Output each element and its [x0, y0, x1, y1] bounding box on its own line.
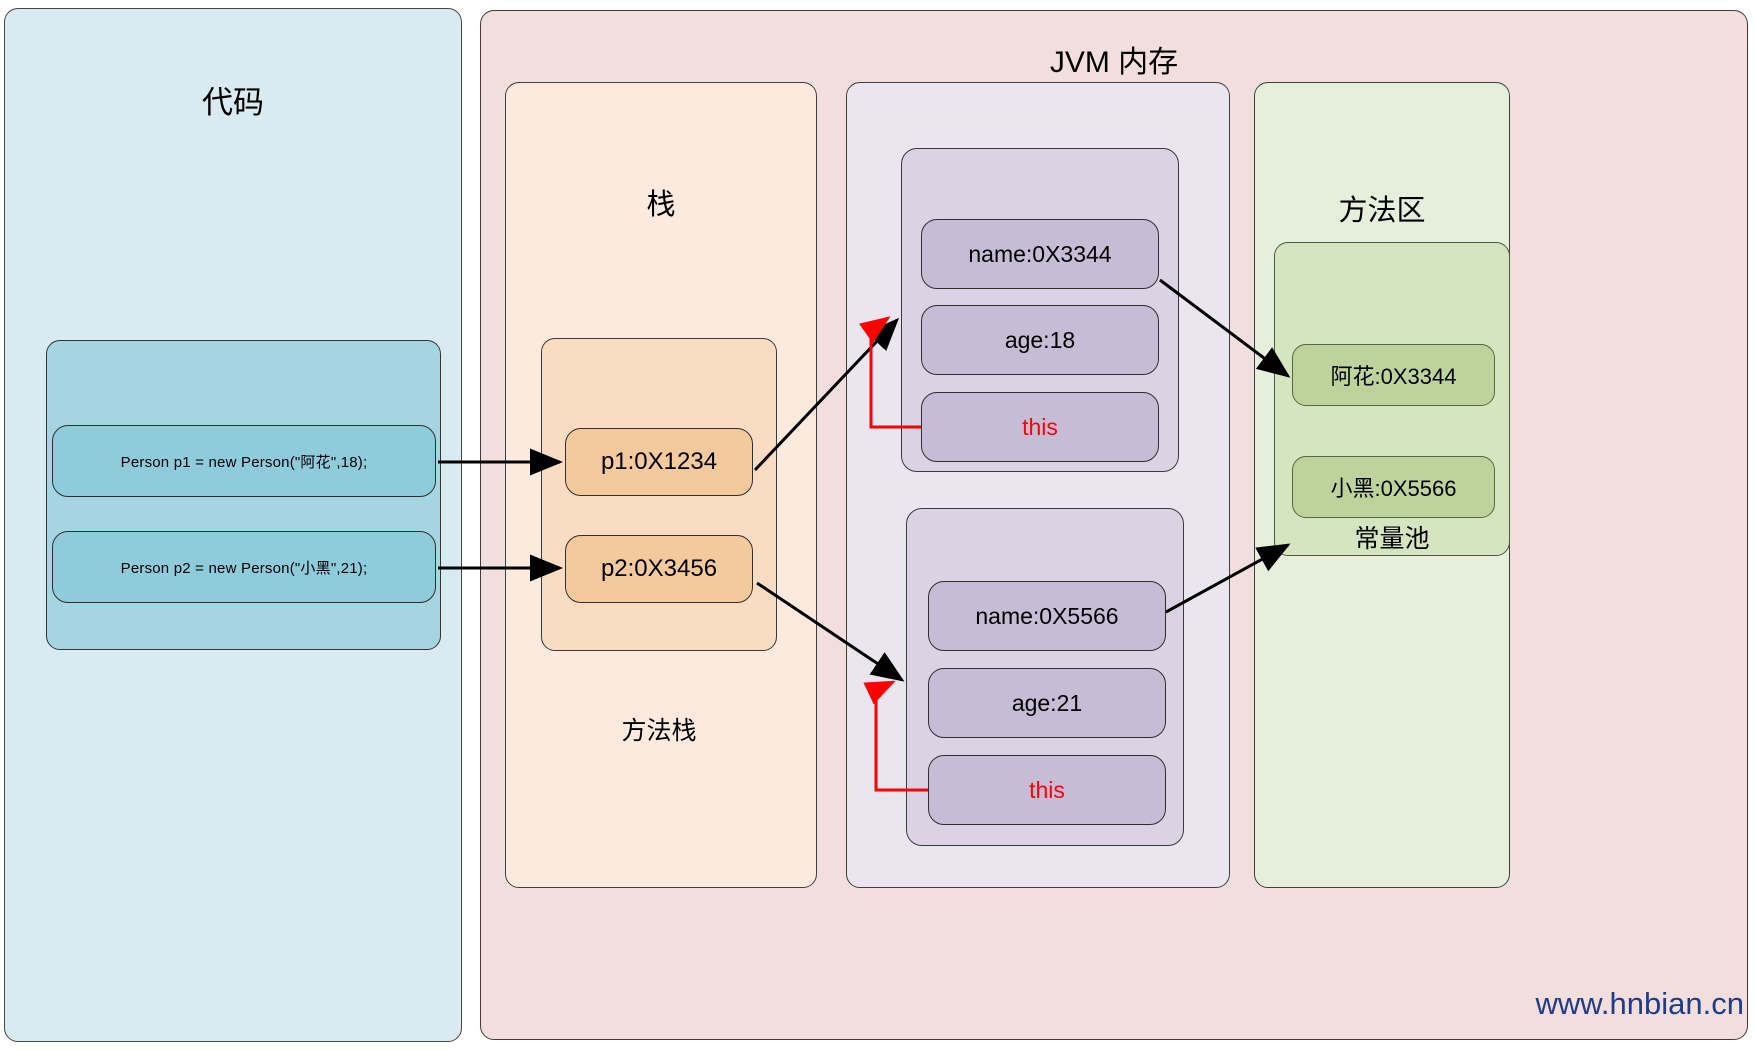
heap-field-this-obj1[interactable]: this	[921, 392, 1159, 462]
code-statement-p1[interactable]: Person p1 = new Person("阿花",18);	[52, 425, 436, 497]
jvm-memory-title: JVM 内存	[1049, 46, 1179, 79]
constant-pool-entry-ahua-text: 阿花:0X3344	[1330, 364, 1457, 389]
stack-variable-p2[interactable]: p2:0X3456	[565, 535, 753, 603]
code-statement-p1-text: Person p1 = new Person("阿花",18);	[120, 453, 368, 471]
heap-field-age-obj2[interactable]: age:21	[928, 668, 1166, 738]
heap-field-age-obj1[interactable]: age:18	[921, 305, 1159, 375]
stack-variable-p2-text: p2:0X3456	[600, 555, 718, 582]
heap-field-this-obj2[interactable]: this	[928, 755, 1166, 825]
constant-pool-entry-ahua[interactable]: 阿花:0X3344	[1292, 344, 1495, 406]
method-stack-title: 方法栈	[621, 717, 697, 745]
heap-field-name-obj1[interactable]: name:0X3344	[921, 219, 1159, 289]
stack-variable-p1-text: p1:0X1234	[600, 448, 718, 475]
code-panel-title: 代码	[202, 85, 264, 120]
stack-panel-title: 栈	[646, 189, 676, 221]
heap-field-name-obj1-text: name:0X3344	[968, 240, 1112, 267]
heap-field-this-obj1-text: this	[1022, 413, 1058, 440]
constant-pool-entry-xiaohei-text: 小黑:0X5566	[1330, 476, 1457, 501]
constant-pool-title: 常量池	[1354, 525, 1430, 553]
watermark: www.hnbian.cn	[1535, 986, 1744, 1021]
heap-field-name-obj2-text: name:0X5566	[975, 602, 1119, 629]
heap-field-this-obj2-text: this	[1029, 776, 1065, 803]
heap-field-name-obj2[interactable]: name:0X5566	[928, 581, 1166, 651]
heap-field-age-obj1-text: age:18	[1004, 326, 1076, 353]
code-statement-p2-text: Person p2 = new Person("小黑",21);	[120, 559, 368, 577]
heap-field-age-obj2-text: age:21	[1011, 689, 1083, 716]
method-area-title: 方法区	[1338, 195, 1426, 227]
constant-pool-entry-xiaohei[interactable]: 小黑:0X5566	[1292, 456, 1495, 518]
code-statement-p2[interactable]: Person p2 = new Person("小黑",21);	[52, 531, 436, 603]
diagram-canvas: 代码 Person p1 = new Person("阿花",18); Pers…	[0, 0, 1754, 1050]
stack-variable-p1[interactable]: p1:0X1234	[565, 428, 753, 496]
